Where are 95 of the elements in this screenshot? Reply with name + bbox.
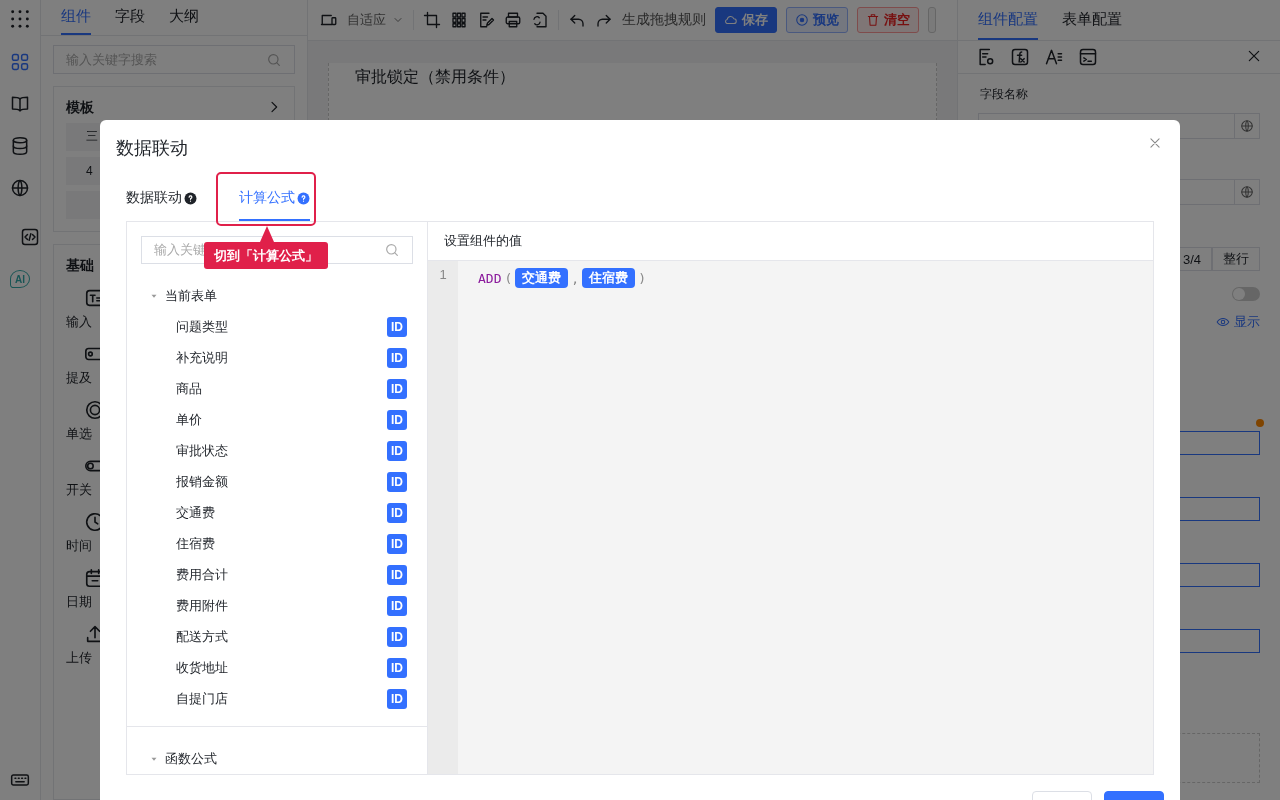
columns-icon [450, 11, 468, 29]
database-icon [10, 136, 30, 156]
rail-button[interactable] [10, 94, 30, 114]
visibility-link[interactable]: 显示 [1216, 313, 1260, 331]
id-badge: ID [387, 409, 407, 430]
terminal-icon [1078, 47, 1098, 67]
field-item[interactable]: 补充说明 [176, 348, 228, 367]
panel-tab[interactable]: 字段 [115, 0, 145, 36]
dialog-title: 数据联动 [116, 137, 188, 160]
toolbar-button[interactable]: 清空 [857, 7, 919, 33]
rail-button[interactable] [10, 178, 30, 198]
field-item[interactable]: 配送方式 [176, 627, 228, 646]
generate-rules-button[interactable]: 生成拖拽规则 [622, 11, 706, 29]
grid-icon [10, 52, 30, 72]
globe-icon [1240, 185, 1254, 199]
id-badge: ID [387, 533, 407, 554]
id-badge: ID [387, 347, 407, 368]
component-label[interactable]: 单选 [66, 424, 92, 443]
id-badge: ID [387, 626, 407, 647]
component-label[interactable]: 时间 [66, 536, 92, 555]
tree-group[interactable]: 函数公式 [165, 749, 217, 768]
eye-icon [795, 13, 809, 27]
component-label[interactable]: 日期 [66, 592, 92, 611]
field-label: 字段名称 [979, 86, 1029, 103]
field-item[interactable]: 审批状态 [176, 441, 228, 460]
help-icon [297, 191, 310, 205]
panel-tab[interactable]: 组件 [61, 0, 91, 36]
book-icon [10, 94, 30, 114]
id-badge: ID [387, 657, 407, 678]
crop-icon [423, 11, 441, 29]
code-icon [20, 227, 40, 247]
settings-doc-icon [976, 47, 996, 67]
eye-icon [1216, 315, 1230, 329]
callout-arrow [260, 226, 274, 242]
panel-tab[interactable]: 组件配置 [978, 0, 1038, 40]
id-badge: ID [387, 502, 407, 523]
field-item[interactable]: 住宿费 [176, 534, 215, 553]
rail-button[interactable] [10, 52, 30, 72]
component-label[interactable]: 提及 [66, 368, 92, 387]
trash-icon [866, 13, 880, 27]
close-icon [1148, 136, 1162, 150]
field-item[interactable]: 报销金额 [176, 472, 228, 491]
status-dot [1256, 419, 1264, 427]
cloud-icon [724, 13, 738, 27]
id-badge: ID [387, 316, 407, 337]
globe-icon [10, 178, 30, 198]
component-label[interactable]: 上传 [66, 648, 92, 667]
id-badge: ID [387, 595, 407, 616]
toggle-switch[interactable] [1232, 287, 1260, 301]
code-punctuation: ) [638, 270, 646, 286]
formula-editor[interactable]: 1 ADD ( 交通费 , 住宿费 ) [428, 261, 1153, 774]
line-number: 1 [439, 267, 447, 282]
globe-icon [1240, 119, 1254, 133]
rail-button[interactable] [10, 136, 30, 156]
edit-icon [477, 11, 495, 29]
field-item[interactable]: 问题类型 [176, 317, 228, 336]
dialog-tab[interactable]: 计算公式 [239, 189, 310, 221]
print-icon [504, 11, 522, 29]
dialog-tab[interactable]: 数据联动 [126, 189, 197, 221]
width-option[interactable]: 整行 [1212, 247, 1260, 271]
card-title: 模板 [66, 98, 94, 117]
panel-tab[interactable]: 表单配置 [1062, 0, 1122, 40]
id-badge: ID [387, 564, 407, 585]
field-item[interactable]: 单价 [176, 410, 202, 429]
toolbar-button[interactable]: 保存 [715, 7, 777, 33]
field-item[interactable]: 收货地址 [176, 658, 228, 677]
component-label[interactable]: 输入 [66, 312, 92, 331]
id-badge: ID [387, 440, 407, 461]
search-icon [384, 242, 400, 259]
id-badge: ID [387, 688, 407, 709]
apps-icon [9, 8, 31, 30]
search-icon [266, 51, 282, 68]
sync-file-icon [531, 11, 549, 29]
device-select[interactable]: 自适应 [347, 11, 404, 29]
tree-group[interactable]: 当前表单 [165, 286, 217, 305]
panel-tab[interactable]: 大纲 [169, 0, 199, 36]
function-icon [1010, 47, 1030, 67]
field-item[interactable]: 商品 [176, 379, 202, 398]
code-punctuation: , [571, 270, 580, 286]
field-tag[interactable]: 住宿费 [582, 268, 636, 288]
field-title: 审批锁定（禁用条件） [355, 68, 515, 85]
help-icon [184, 191, 197, 205]
field-item[interactable]: 自提门店 [176, 689, 228, 708]
toolbar-button[interactable]: 预览 [786, 7, 848, 33]
id-badge: ID [387, 378, 407, 399]
function-name: ADD [478, 270, 502, 286]
field-tag[interactable]: 交通费 [515, 268, 569, 288]
component-label[interactable]: 开关 [66, 480, 92, 499]
field-item[interactable]: 费用合计 [176, 565, 228, 584]
field-item[interactable]: 费用附件 [176, 596, 228, 615]
field-item[interactable]: 交通费 [176, 503, 215, 522]
id-badge: ID [387, 471, 407, 492]
text-style-icon [1044, 47, 1064, 67]
card-title: 基础 [66, 256, 94, 275]
code-punctuation: ( [504, 270, 513, 286]
